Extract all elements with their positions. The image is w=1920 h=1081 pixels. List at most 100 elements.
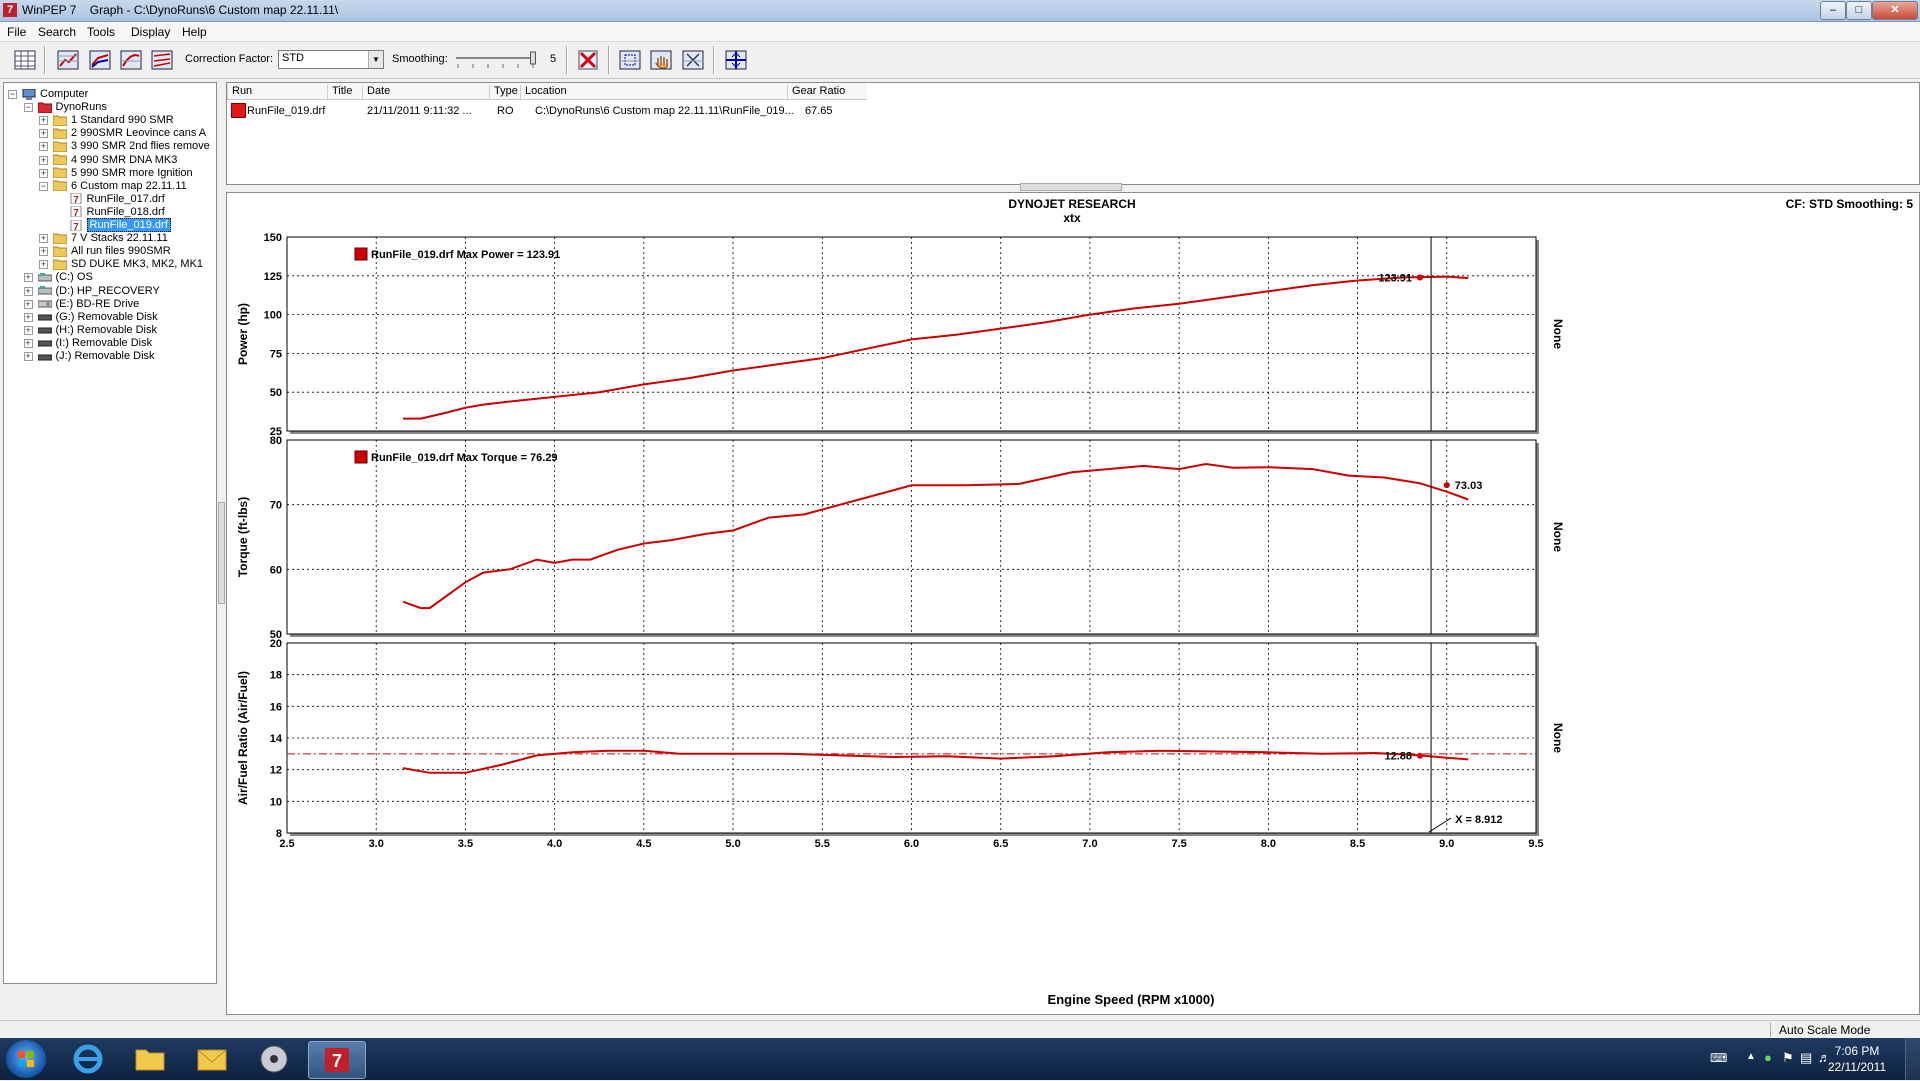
collapse-icon[interactable]: − — [39, 181, 48, 191]
expand-icon[interactable]: + — [23, 325, 33, 335]
winpep-app-icon[interactable]: 7 — [3, 3, 17, 17]
column-type[interactable]: Type — [489, 85, 519, 99]
column-location[interactable]: Location — [520, 85, 775, 99]
tree-item-label: RunFile_018.drf — [86, 205, 165, 218]
zoom-out-icon[interactable] — [680, 47, 706, 73]
graph-subheader: xtx — [1063, 211, 1081, 225]
correction-factor-select[interactable]: STD ▼ — [278, 50, 384, 69]
smoothing-slider[interactable] — [452, 50, 538, 70]
graph-overlay-icon[interactable] — [118, 47, 144, 73]
clear-graph-icon[interactable] — [575, 47, 601, 73]
expand-icon[interactable]: + — [39, 116, 48, 126]
runs-graph-splitter[interactable] — [1020, 183, 1122, 191]
outlook-icon[interactable] — [184, 1041, 240, 1077]
tree-item-label: 7 V Stacks 22.11.11 — [71, 232, 168, 245]
expand-icon[interactable]: + — [39, 129, 48, 139]
winpep-icon[interactable]: 7 — [308, 1041, 366, 1079]
internet-explorer-icon[interactable] — [60, 1041, 116, 1077]
splitter-grip[interactable] — [218, 502, 225, 604]
column-title[interactable]: Title — [327, 85, 357, 99]
start-button-icon[interactable] — [6, 1040, 46, 1078]
tree-item-label: RunFile_017.drf — [86, 192, 165, 205]
slider-thumb[interactable] — [530, 51, 536, 65]
expand-icon[interactable]: + — [39, 260, 48, 270]
x-tick-label: 4.5 — [636, 838, 651, 850]
y-tick-label: 125 — [264, 271, 282, 283]
show-hidden-icons-icon[interactable]: ▲ — [1746, 1051, 1756, 1062]
expand-icon[interactable]: + — [39, 168, 48, 178]
smoothing-value: 5 — [550, 53, 557, 65]
file-explorer-icon[interactable] — [122, 1041, 178, 1077]
cursor-value: 73.03 — [1455, 480, 1483, 492]
menu-search[interactable]: Search — [38, 25, 76, 39]
dynojet-file-icon: 7 — [69, 219, 87, 231]
red-folder-icon — [37, 101, 56, 113]
menu-tools[interactable]: Tools — [87, 25, 115, 39]
keyboard-icon[interactable]: ⌨ — [1710, 1051, 1727, 1065]
chevron-down-icon[interactable]: ▼ — [368, 51, 383, 68]
menu-display[interactable]: Display — [131, 25, 170, 39]
expand-icon[interactable]: + — [23, 312, 33, 322]
cursor-crosshair-icon[interactable] — [723, 47, 749, 73]
x-tick-label: 5.5 — [815, 838, 830, 850]
show-desktop-button[interactable] — [1905, 1038, 1920, 1080]
column-run[interactable]: Run — [227, 85, 327, 99]
x-tick-label: 9.0 — [1439, 838, 1454, 850]
file-tree: − Computer − DynoRuns +1 Standard 990 SMR +2 … — [3, 82, 217, 984]
zoom-in-icon[interactable] — [617, 47, 643, 73]
expand-icon[interactable]: + — [23, 299, 33, 309]
menu-help[interactable]: Help — [182, 25, 207, 39]
removable-disk-icon — [37, 350, 56, 362]
svg-text:7: 7 — [73, 195, 79, 204]
close-button[interactable]: ✕ — [1872, 1, 1918, 20]
panel-splitter[interactable] — [217, 82, 225, 1016]
dyno-graph-svg[interactable]: DYNOJET RESEARCH xtx CF: STD Smoothing: … — [227, 193, 1919, 1014]
tree-item-label: 6 Custom map 22.11.11 — [71, 179, 187, 192]
system-tray: ⌨ ▲ ● ⚑ ▤ ♬ 7:06 PM 22/11/2011 — [1680, 1038, 1920, 1080]
action-center-icon[interactable]: ⚑ — [1782, 1050, 1794, 1066]
x-tick-label: 7.5 — [1171, 838, 1186, 850]
correction-factor-value: STD — [282, 52, 304, 64]
expand-icon[interactable]: + — [39, 247, 48, 257]
security-icon[interactable]: ● — [1764, 1050, 1772, 1065]
column-gear-ratio[interactable]: Gear Ratio — [787, 85, 867, 99]
folder-icon — [53, 180, 71, 192]
pan-hand-icon[interactable] — [648, 47, 674, 73]
clock-time[interactable]: 7:06 PM — [1822, 1044, 1892, 1058]
expand-icon[interactable]: + — [39, 234, 48, 244]
maximize-button[interactable]: □ — [1846, 1, 1872, 20]
y-tick-label: 18 — [270, 670, 282, 682]
tree-item-label: RunFile_019.drf — [86, 218, 171, 233]
dyno-graph[interactable]: DYNOJET RESEARCH xtx CF: STD Smoothing: … — [226, 192, 1920, 1015]
svg-text:7: 7 — [332, 1051, 342, 1071]
graph-compare-icon[interactable] — [87, 47, 113, 73]
column-date[interactable]: Date — [362, 85, 482, 99]
expand-icon[interactable]: + — [23, 338, 33, 348]
network-icon[interactable]: ▤ — [1800, 1050, 1812, 1066]
tree-item-label: (D:) HP_RECOVERY — [55, 284, 160, 297]
menu-file[interactable]: File — [7, 25, 26, 39]
run-color-swatch[interactable] — [231, 103, 246, 118]
tree-item-label: DynoRuns — [55, 101, 107, 114]
collapse-icon[interactable]: − — [8, 90, 17, 99]
folder-icon — [53, 167, 71, 179]
expand-icon[interactable]: + — [23, 286, 33, 296]
table-view-icon[interactable] — [12, 47, 38, 73]
expand-icon[interactable]: + — [39, 155, 48, 165]
clock-date[interactable]: 22/11/2011 — [1822, 1060, 1892, 1074]
collapse-icon[interactable]: − — [23, 103, 33, 113]
expand-icon[interactable]: + — [23, 273, 33, 283]
tree-item-j-removable-disk[interactable]: (J:) Removable Disk — [37, 349, 155, 364]
tree-item-label: 5 990 SMR more Ignition — [71, 166, 193, 179]
runs-table: Run Title Date Type Location Gear Ratio … — [226, 82, 1920, 185]
y-tick-label: 70 — [270, 500, 282, 512]
x-tick-label: 9.5 — [1528, 838, 1543, 850]
tree-item-label: SD DUKE MK3, MK2, MK1 — [71, 258, 204, 271]
minimize-button[interactable]: – — [1820, 1, 1846, 20]
legend-swatch — [354, 450, 368, 464]
graph-multi-icon[interactable] — [149, 47, 175, 73]
graph-view-icon[interactable] — [55, 47, 81, 73]
disc-burner-icon[interactable] — [246, 1041, 302, 1077]
expand-icon[interactable]: + — [39, 142, 48, 152]
expand-icon[interactable]: + — [23, 352, 33, 361]
